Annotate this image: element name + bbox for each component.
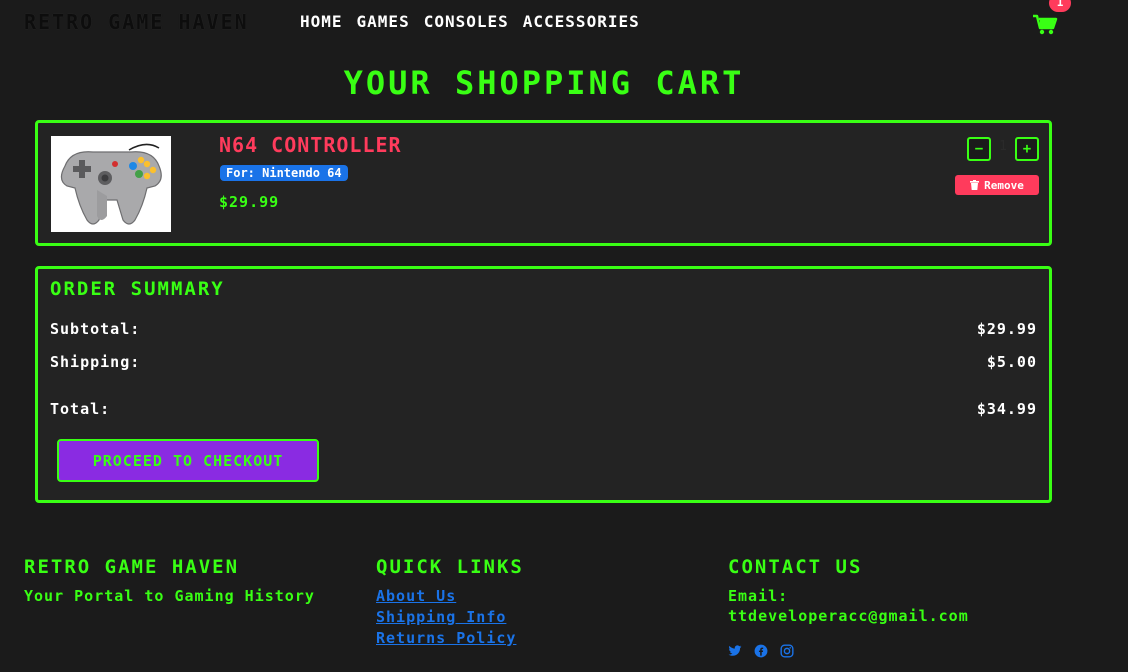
remove-label: Remove (984, 178, 1024, 192)
footer-brand-heading: RETRO GAME HAVEN (24, 556, 240, 578)
remove-item-button[interactable]: Remove (955, 175, 1039, 195)
email-address: ttdeveloperacc@gmail.com (728, 607, 969, 625)
brand-logo[interactable]: RETRO GAME HAVEN (24, 10, 249, 34)
quantity-value: 1 (999, 139, 1007, 154)
cart-icon[interactable] (1032, 14, 1058, 36)
nav-accessories[interactable]: ACCESSORIES (523, 12, 640, 31)
instagram-icon[interactable] (780, 644, 794, 658)
nav-home[interactable]: HOME (300, 12, 343, 31)
shipping-row: Shipping: $5.00 (50, 353, 1037, 371)
total-row: Total: $34.99 (50, 400, 1037, 418)
shipping-value: $5.00 (986, 353, 1037, 371)
checkout-button[interactable]: PROCEED TO CHECKOUT (57, 439, 319, 482)
navbar: RETRO GAME HAVEN HOME GAMES CONSOLES ACC… (0, 0, 1128, 44)
total-label: Total: (50, 400, 111, 418)
subtotal-value: $29.99 (976, 320, 1037, 338)
footer-links-column: QUICK LINKS About Us Shipping Info Retur… (376, 556, 696, 649)
facebook-icon[interactable] (754, 644, 768, 658)
nav-games[interactable]: GAMES (357, 12, 410, 31)
decrease-quantity-button[interactable]: − (967, 137, 991, 161)
social-links (728, 644, 794, 658)
footer-links-heading: QUICK LINKS (376, 556, 524, 578)
subtotal-row: Subtotal: $29.99 (50, 320, 1037, 338)
footer-link-about[interactable]: About Us (376, 586, 696, 607)
nav-consoles[interactable]: CONSOLES (424, 12, 509, 31)
subtotal-label: Subtotal: (50, 320, 141, 338)
footer-tagline: Your Portal to Gaming History (24, 587, 315, 605)
summary-title: ORDER SUMMARY (50, 278, 225, 300)
cart-item: N64 CONTROLLER For: Nintendo 64 $29.99 −… (35, 120, 1052, 246)
footer-contact-heading: CONTACT US (728, 556, 863, 578)
increase-quantity-button[interactable]: + (1015, 137, 1039, 161)
cart-count-badge: 1 (1049, 0, 1071, 12)
trash-icon (970, 180, 980, 190)
item-price: $29.99 (219, 193, 280, 211)
twitter-icon[interactable] (728, 644, 742, 658)
footer-brand-column: RETRO GAME HAVEN Your Portal to Gaming H… (24, 556, 344, 606)
nav-links: HOME GAMES CONSOLES ACCESSORIES (300, 12, 640, 31)
footer-contact-column: CONTACT US Email: ttdeveloperacc@gmail.c… (728, 556, 1088, 626)
footer-link-returns[interactable]: Returns Policy (376, 628, 696, 649)
platform-badge: For: Nintendo 64 (220, 165, 348, 181)
shipping-label: Shipping: (50, 353, 141, 371)
page-title: YOUR SHOPPING CART (343, 64, 745, 102)
email-label: Email: (728, 587, 789, 605)
order-summary: ORDER SUMMARY Subtotal: $29.99 Shipping:… (35, 266, 1052, 503)
total-value: $34.99 (976, 400, 1037, 418)
footer-link-shipping[interactable]: Shipping Info (376, 607, 696, 628)
n64-controller-image (51, 136, 171, 232)
item-name[interactable]: N64 CONTROLLER (219, 133, 402, 157)
